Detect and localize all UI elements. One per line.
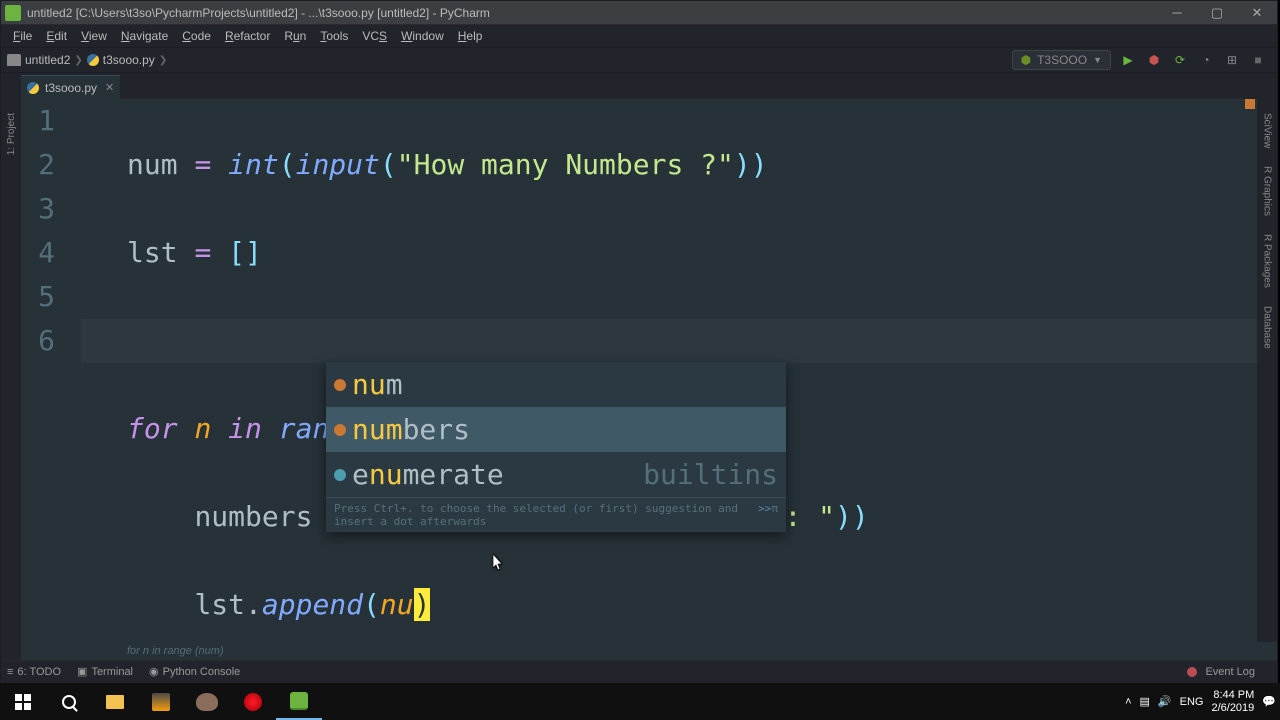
tray-chevron-icon[interactable]: ˄: [1125, 696, 1131, 708]
window-title: untitled2 [C:\Users\t3so\PycharmProjects…: [27, 6, 490, 20]
line-number[interactable]: 5: [21, 275, 55, 319]
taskbar-pycharm[interactable]: [276, 683, 322, 720]
chevron-icon: ❯: [159, 55, 167, 66]
sciview-tool-button[interactable]: SciView: [1262, 109, 1273, 152]
coverage-button[interactable]: ⟳: [1169, 49, 1191, 71]
tray-clock[interactable]: 8:44 PM 2/6/2019: [1211, 689, 1254, 715]
database-tool-button[interactable]: Database: [1262, 302, 1273, 353]
profile-button[interactable]: ◔: [1195, 49, 1217, 71]
builtin-icon: [334, 469, 346, 481]
app-icon: [5, 5, 21, 21]
variable-icon: [334, 424, 346, 436]
close-button[interactable]: ✕: [1237, 1, 1277, 25]
taskbar-gimp[interactable]: [184, 683, 230, 720]
menu-vcs[interactable]: VCS: [356, 27, 393, 45]
menubar: File Edit View Navigate Code Refactor Ru…: [1, 25, 1277, 47]
taskbar-opera[interactable]: [230, 683, 276, 720]
menu-navigate[interactable]: Navigate: [115, 27, 174, 45]
code-editor[interactable]: 1 2 3 4 5 6 num = int(input("How many Nu…: [21, 99, 1257, 642]
line-number[interactable]: 3: [21, 187, 55, 231]
left-toolbar: 1: Project: [1, 99, 21, 642]
windows-taskbar[interactable]: ˄ ▤ 🔊 ENG 8:44 PM 2/6/2019 💬: [0, 683, 1280, 720]
rgraphics-tool-button[interactable]: R Graphics: [1262, 162, 1273, 220]
breadcrumb-project[interactable]: untitled2: [25, 53, 70, 67]
bottom-toolbar: ≡ 6: TODO ▣ Terminal ◉ Python Console Ev…: [1, 660, 1277, 682]
debug-button[interactable]: ⬢: [1143, 49, 1165, 71]
tab-t3sooo[interactable]: t3sooo.py ✕: [21, 75, 120, 99]
line-number[interactable]: 4: [21, 231, 55, 275]
project-tool-button[interactable]: 1: Project: [6, 109, 17, 159]
taskbar-sublime[interactable]: [138, 683, 184, 720]
menu-tools[interactable]: Tools: [314, 27, 354, 45]
python-file-icon: [27, 82, 39, 94]
run-button[interactable]: ▶: [1117, 49, 1139, 71]
editor-tabs: t3sooo.py ✕: [21, 73, 1277, 99]
stop-button[interactable]: ■: [1247, 49, 1269, 71]
taskbar-explorer[interactable]: [92, 683, 138, 720]
pi-icon[interactable]: π: [771, 502, 778, 528]
menu-refactor[interactable]: Refactor: [219, 27, 276, 45]
menu-help[interactable]: Help: [452, 27, 489, 45]
maximize-button[interactable]: ▢: [1197, 1, 1237, 25]
completion-hint: Press Ctrl+. to choose the selected (or …: [326, 497, 786, 532]
menu-run[interactable]: Run: [278, 27, 312, 45]
line-number[interactable]: 2: [21, 143, 55, 187]
gutter[interactable]: 1 2 3 4 5 6: [21, 99, 81, 642]
menu-edit[interactable]: Edit: [40, 27, 73, 45]
minimize-button[interactable]: ─: [1157, 1, 1197, 25]
completion-item-enumerate[interactable]: enumerate builtins: [326, 452, 786, 497]
titlebar[interactable]: untitled2 [C:\Users\t3so\PycharmProjects…: [1, 1, 1277, 25]
completion-popup[interactable]: num numbers enumerate builtins Press Ctr…: [326, 362, 786, 532]
system-tray[interactable]: ˄ ▤ 🔊 ENG 8:44 PM 2/6/2019 💬: [1125, 689, 1280, 715]
error-stripe-icon[interactable]: [1245, 99, 1255, 109]
chevron-icon: ❯: [74, 55, 82, 66]
event-log-button[interactable]: Event Log: [1187, 666, 1255, 678]
start-button[interactable]: [0, 683, 46, 720]
right-toolbar: SciView R Graphics R Packages Database: [1257, 99, 1277, 642]
tray-network-icon[interactable]: ▤: [1140, 695, 1150, 708]
breadcrumb-file[interactable]: t3sooo.py: [103, 53, 155, 67]
python-console-button[interactable]: ◉ Python Console: [149, 665, 240, 678]
folder-icon: [7, 54, 21, 66]
attach-button[interactable]: ⊞: [1221, 49, 1243, 71]
menu-window[interactable]: Window: [395, 27, 450, 45]
line-number[interactable]: 6: [21, 319, 55, 363]
variable-icon: [334, 379, 346, 391]
close-tab-icon[interactable]: ✕: [105, 81, 114, 94]
terminal-tool-button[interactable]: ▣ Terminal: [77, 665, 133, 678]
menu-view[interactable]: View: [75, 27, 113, 45]
navigation-bar: untitled2 ❯ t3sooo.py ❯ ⬢ T3SOOO ▼ ▶ ⬢ ⟳…: [1, 47, 1277, 73]
tray-notifications-icon[interactable]: 💬: [1262, 695, 1276, 708]
tray-volume-icon[interactable]: 🔊: [1158, 695, 1172, 708]
menu-file[interactable]: File: [7, 27, 38, 45]
completion-item-numbers[interactable]: numbers: [326, 407, 786, 452]
todo-tool-button[interactable]: ≡ 6: TODO: [7, 666, 61, 678]
completion-item-num[interactable]: num: [326, 362, 786, 407]
python-file-icon: [87, 54, 99, 66]
search-button[interactable]: [46, 683, 92, 720]
rpackages-tool-button[interactable]: R Packages: [1262, 230, 1273, 292]
menu-code[interactable]: Code: [176, 27, 217, 45]
line-number[interactable]: 1: [21, 99, 55, 143]
context-info: for n in range (num): [21, 642, 1277, 660]
tray-language[interactable]: ENG: [1180, 696, 1204, 708]
run-config-selector[interactable]: ⬢ T3SOOO ▼: [1012, 50, 1111, 70]
